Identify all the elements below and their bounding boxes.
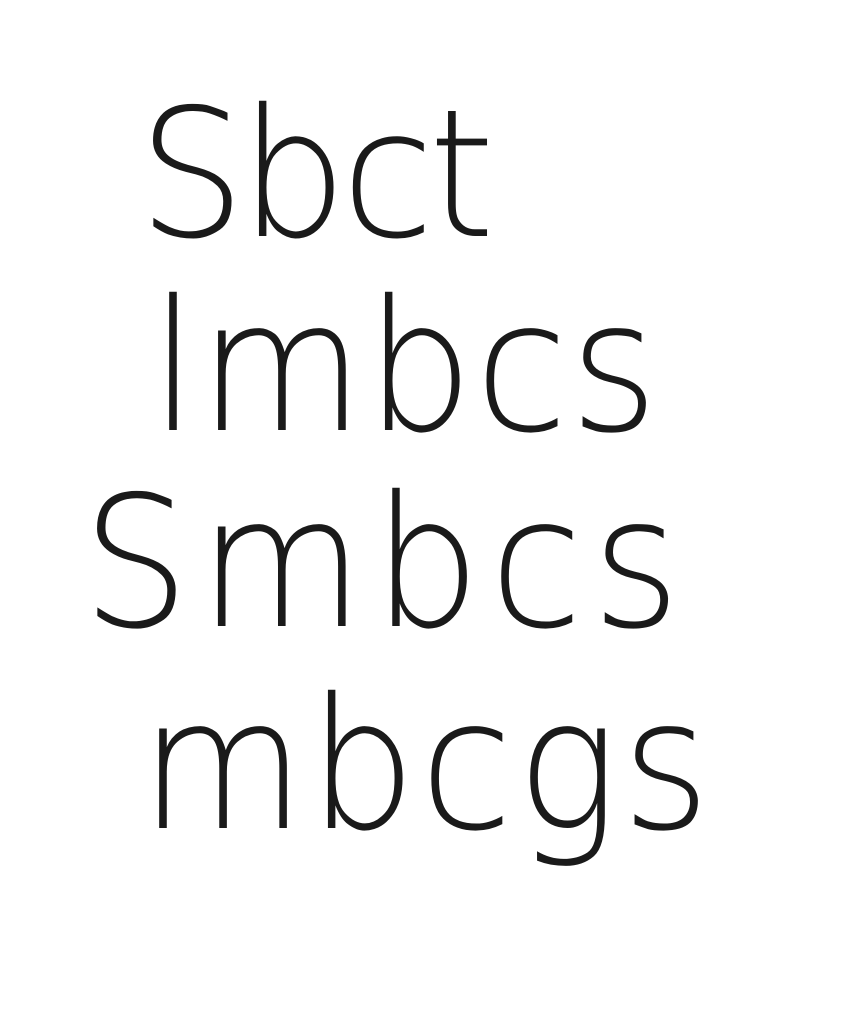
- handwritten-line-1: Sbct: [138, 71, 495, 278]
- handwriting-sheet: Sbct lmbcs Smbcs mbcgs: [0, 0, 857, 1012]
- handwritten-line-2: lmbcs: [150, 261, 660, 473]
- handwritten-line-4: mbcgs: [140, 659, 714, 871]
- handwritten-line-3: Smbcs: [82, 457, 690, 669]
